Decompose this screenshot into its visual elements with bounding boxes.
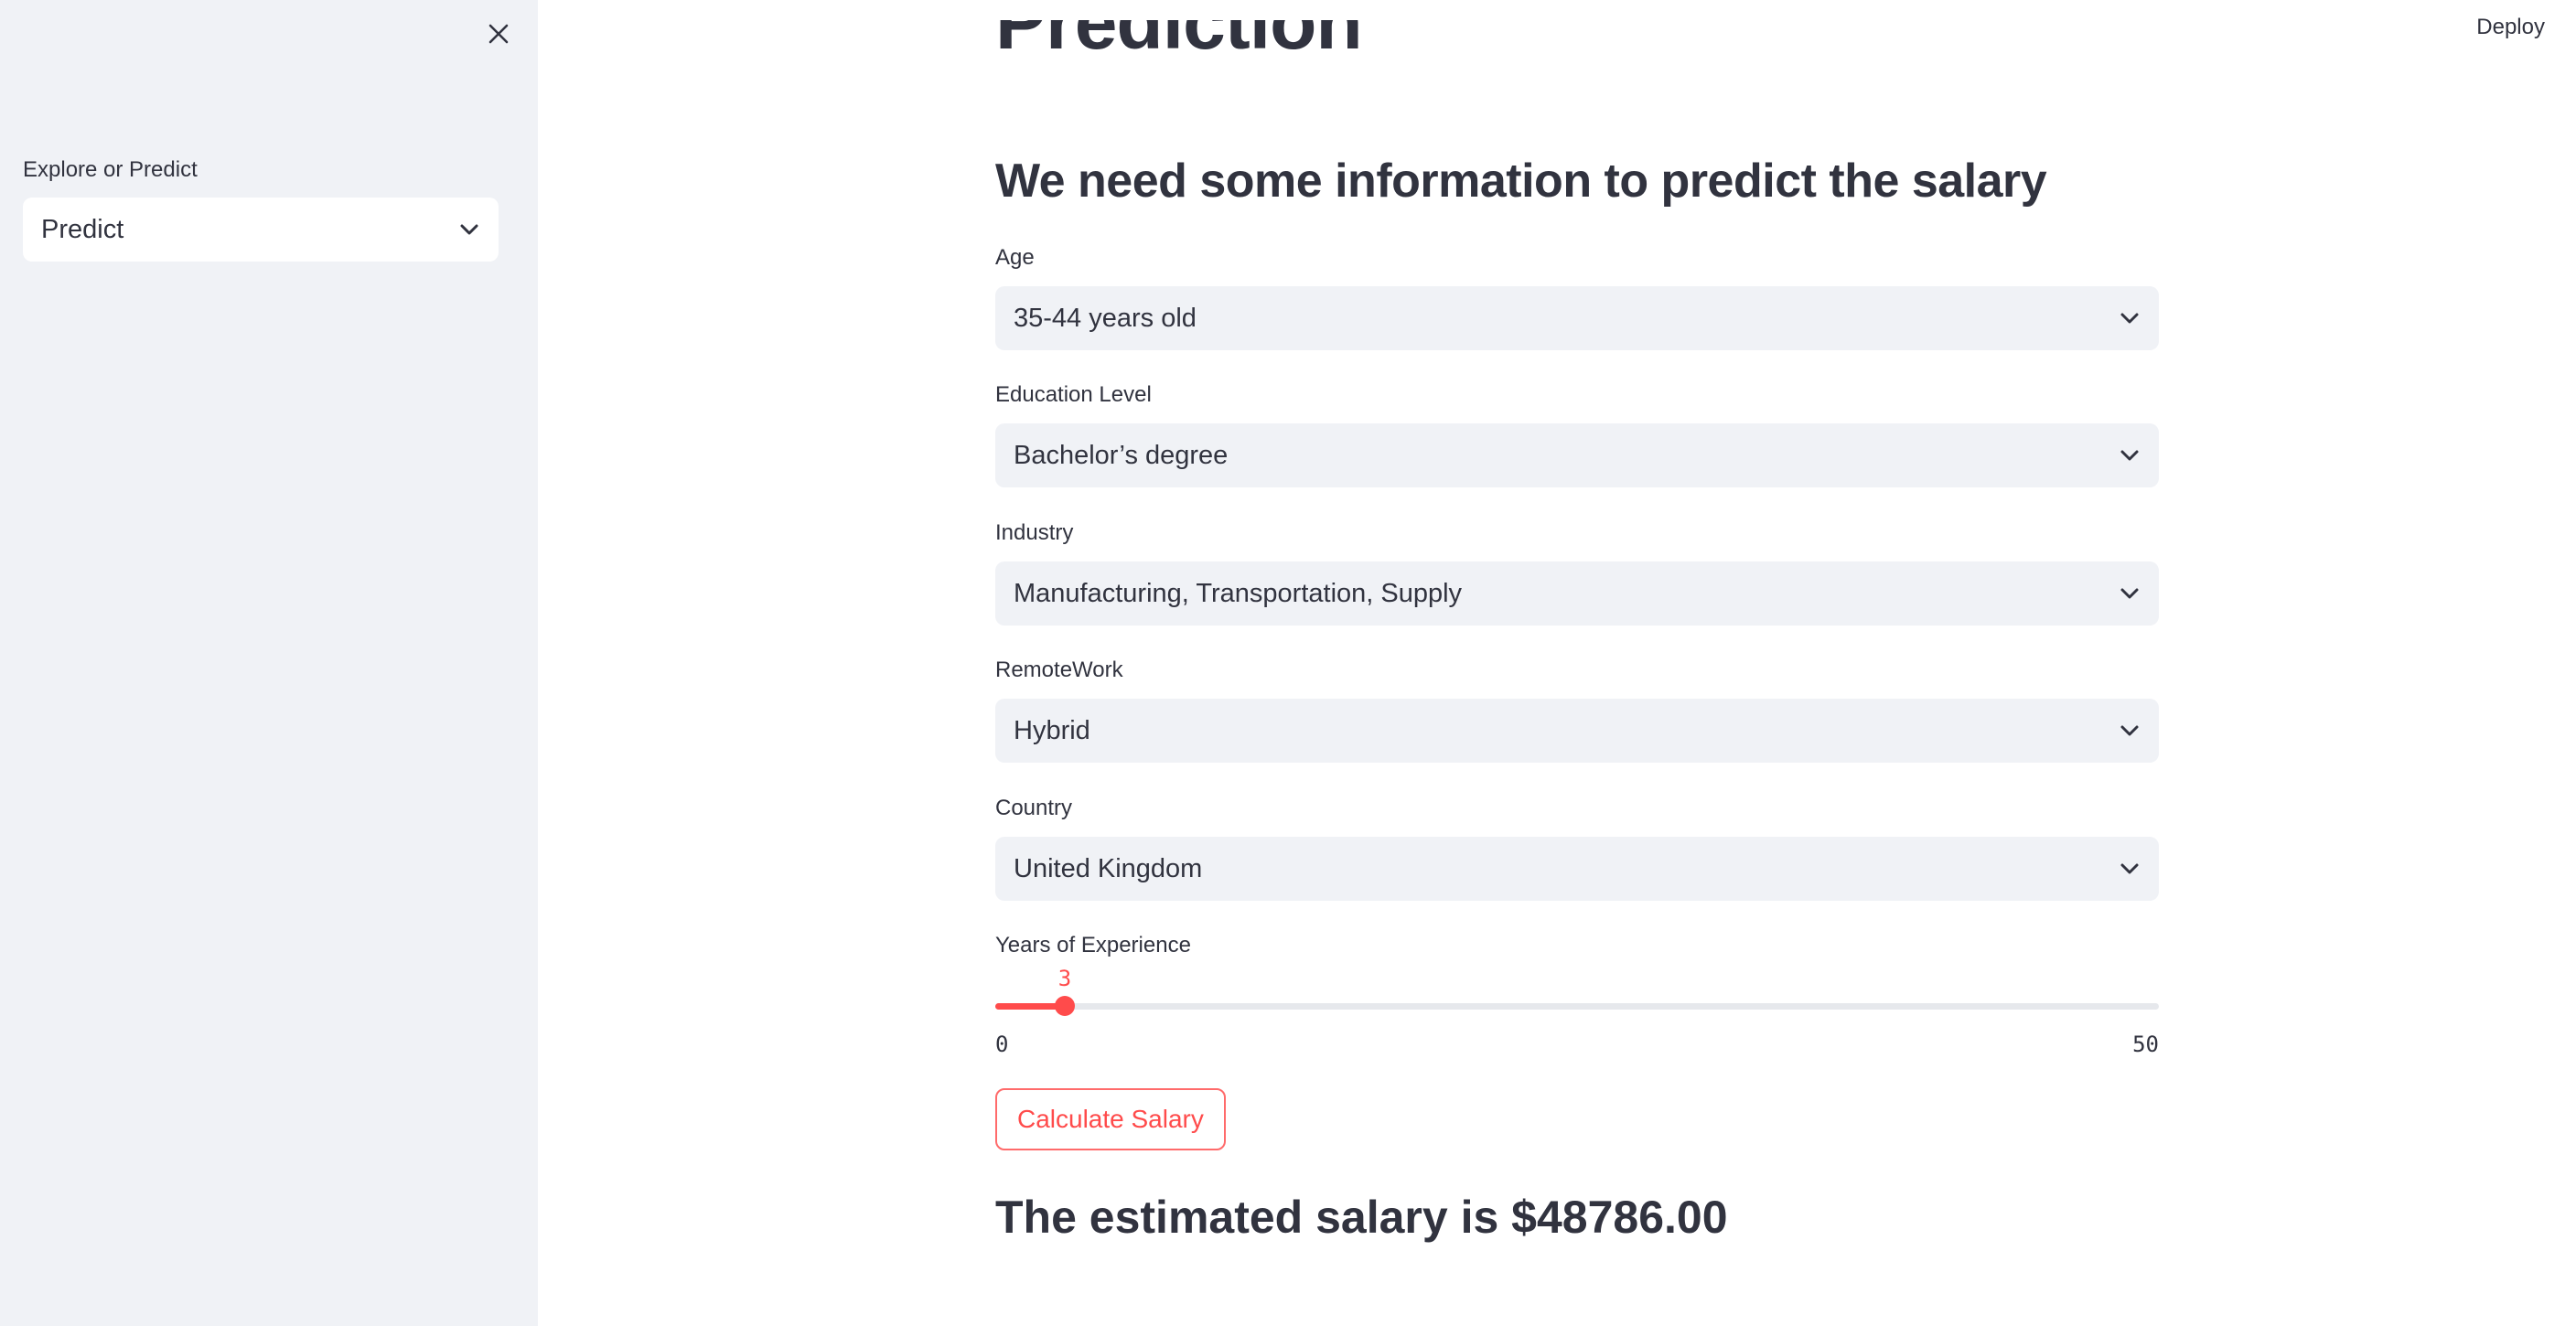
explore-or-predict-select[interactable]: Predict (23, 198, 499, 262)
industry-select[interactable]: Manufacturing, Transportation, Supply (995, 561, 2159, 626)
chevron-down-icon (2119, 858, 2141, 880)
age-label: Age (995, 245, 1035, 270)
education-level-value: Bachelor’s degree (1014, 440, 1229, 470)
age-select[interactable]: 35-44 years old (995, 286, 2159, 350)
education-level-select[interactable]: Bachelor’s degree (995, 423, 2159, 487)
country-select[interactable]: United Kingdom (995, 837, 2159, 901)
chevron-down-icon (2119, 307, 2141, 329)
sidebar: Explore or Predict Predict (0, 0, 538, 1326)
close-icon (488, 24, 509, 44)
sidebar-select-label: Explore or Predict (23, 157, 198, 182)
years-experience-slider-track[interactable] (995, 1003, 2159, 1010)
country-label: Country (995, 796, 1073, 820)
chevron-down-icon (2119, 583, 2141, 604)
chevron-down-icon (2119, 720, 2141, 742)
page-title-text: Prediction (995, 20, 1363, 65)
remote-work-value: Hybrid (1014, 715, 1090, 745)
slider-min-label: 0 (995, 1032, 1009, 1057)
page-title: Prediction (995, 20, 1727, 112)
remote-work-select[interactable]: Hybrid (995, 699, 2159, 763)
industry-value: Manufacturing, Transportation, Supply (1014, 578, 1463, 608)
slider-max-label: 50 (2132, 1032, 2159, 1057)
chevron-down-icon (458, 219, 480, 241)
remote-work-label: RemoteWork (995, 658, 1123, 682)
slider-value-label: 3 (1057, 966, 1072, 991)
close-sidebar-button[interactable] (481, 16, 516, 51)
education-level-label: Education Level (995, 382, 1152, 407)
country-value: United Kingdom (1014, 853, 1203, 883)
deploy-button[interactable]: Deploy (2476, 15, 2545, 40)
page-subtitle: We need some information to predict the … (995, 155, 2047, 208)
industry-label: Industry (995, 520, 1074, 545)
chevron-down-icon (2119, 444, 2141, 466)
calculate-salary-button[interactable]: Calculate Salary (995, 1088, 1226, 1150)
years-experience-label: Years of Experience (995, 933, 1191, 957)
estimated-salary-result: The estimated salary is $48786.00 (995, 1192, 1728, 1243)
age-value: 35-44 years old (1014, 303, 1197, 333)
sidebar-select-value: Predict (41, 214, 124, 244)
years-experience-slider-handle[interactable] (1055, 996, 1075, 1016)
